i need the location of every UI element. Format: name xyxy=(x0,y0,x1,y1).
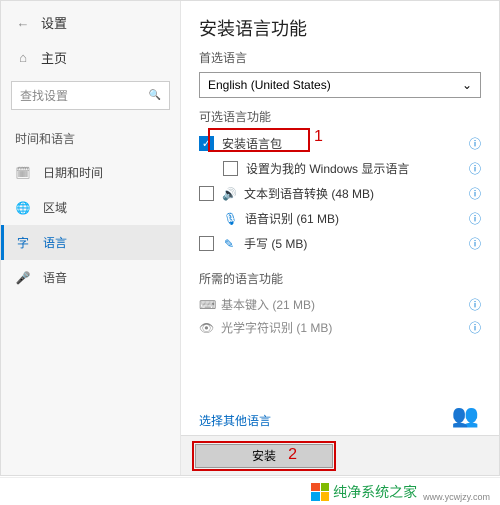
button-bar: 安装 2 xyxy=(181,435,499,475)
sidebar-home[interactable]: ⌂ 主页 xyxy=(1,40,180,75)
required-features-head: 所需的语言功能 xyxy=(199,270,481,287)
install-language-panel: 安装语言功能 首选语言 English (United States) ⌄ 可选… xyxy=(181,1,499,475)
info-icon[interactable]: ⓘ xyxy=(469,185,481,202)
info-icon[interactable]: ⓘ xyxy=(469,296,481,313)
sidebar-item-label: 区域 xyxy=(43,199,67,216)
speaker-icon: 🔊 xyxy=(222,187,236,201)
home-icon: ⌂ xyxy=(15,50,31,65)
required-basic-typing: ⌨ 基本键入 (21 MB) ⓘ xyxy=(199,293,481,316)
sidebar-item-label: 日期和时间 xyxy=(43,164,103,181)
panel-title: 安装语言功能 xyxy=(199,15,481,41)
install-button[interactable]: 安装 xyxy=(195,444,333,468)
sidebar-group-head: 时间和语言 xyxy=(1,120,180,155)
option-label: 语音识别 (61 MB) xyxy=(245,210,339,227)
annotation-label-1: 1 xyxy=(314,128,323,146)
selected-language: English (United States) xyxy=(208,78,331,92)
eye-icon: 👁 xyxy=(199,321,213,335)
option-handwriting[interactable]: ✎ 手写 (5 MB) ⓘ xyxy=(199,231,481,256)
settings-label: 设置 xyxy=(41,13,67,32)
watermark-text: 纯净系统之家 xyxy=(333,482,417,502)
info-icon[interactable]: ⓘ xyxy=(469,235,481,252)
language-icon: 字 xyxy=(15,234,31,251)
pen-icon: ✎ xyxy=(222,237,236,251)
back-icon[interactable]: ← xyxy=(15,15,31,30)
info-icon[interactable]: ⓘ xyxy=(469,319,481,336)
calendar-icon: 🗓 xyxy=(15,166,31,180)
sidebar-item-datetime[interactable]: 🗓 日期和时间 xyxy=(1,155,180,190)
choose-other-language-link[interactable]: 选择其他语言 xyxy=(199,412,271,429)
install-button-wrap: 安装 2 xyxy=(195,444,333,468)
required-ocr: 👁 光学字符识别 (1 MB) ⓘ xyxy=(199,316,481,339)
search-icon: 🔍 xyxy=(149,90,161,101)
watermark-logo-icon xyxy=(311,483,329,501)
sidebar-item-label: 语言 xyxy=(43,234,67,251)
annotation-label-2: 2 xyxy=(288,446,297,464)
language-select[interactable]: English (United States) ⌄ xyxy=(199,72,481,98)
option-tts[interactable]: 🔊 文本到语音转换 (48 MB) ⓘ xyxy=(199,181,481,206)
required-label: 基本键入 (21 MB) xyxy=(221,296,315,313)
option-label: 安装语言包 xyxy=(222,135,282,152)
checkbox-display-language[interactable] xyxy=(223,161,238,176)
sidebar: ← 设置 ⌂ 主页 查找设置 🔍 时间和语言 🗓 日期和时间 🌐 区域 字 语言… xyxy=(1,1,181,475)
people-icon: 👥 xyxy=(452,403,479,429)
option-label: 文本到语音转换 (48 MB) xyxy=(244,185,374,202)
sidebar-item-label: 语音 xyxy=(43,269,67,286)
watermark: 纯净系统之家 www.ycwjzy.com xyxy=(0,477,500,505)
mic-icon: 🎤 xyxy=(15,271,31,285)
checkbox-language-pack[interactable]: ✓ xyxy=(199,136,214,151)
sidebar-item-region[interactable]: 🌐 区域 xyxy=(1,190,180,225)
mic-icon: 🎙 xyxy=(223,212,237,226)
checkbox-handwriting[interactable] xyxy=(199,236,214,251)
info-icon[interactable]: ⓘ xyxy=(469,135,481,152)
sidebar-header: ← 设置 xyxy=(1,9,180,40)
chevron-down-icon: ⌄ xyxy=(462,78,472,92)
option-language-pack[interactable]: ✓ 安装语言包 ⓘ xyxy=(199,131,481,156)
sidebar-item-speech[interactable]: 🎤 语音 xyxy=(1,260,180,295)
option-label: 设置为我的 Windows 显示语言 xyxy=(246,160,409,177)
optional-features-head: 可选语言功能 xyxy=(199,108,481,125)
option-label: 手写 (5 MB) xyxy=(244,235,307,252)
globe-icon: 🌐 xyxy=(15,201,31,215)
search-input[interactable]: 查找设置 🔍 xyxy=(11,81,170,110)
settings-window: ← 设置 ⌂ 主页 查找设置 🔍 时间和语言 🗓 日期和时间 🌐 区域 字 语言… xyxy=(0,0,500,476)
option-speech-recognition: 🎙 语音识别 (61 MB) ⓘ xyxy=(199,206,481,231)
install-button-label: 安装 xyxy=(252,447,276,464)
checkbox-tts[interactable] xyxy=(199,186,214,201)
info-icon[interactable]: ⓘ xyxy=(469,160,481,177)
required-label: 光学字符识别 (1 MB) xyxy=(221,319,332,336)
search-placeholder: 查找设置 xyxy=(20,87,68,104)
home-label: 主页 xyxy=(41,48,67,67)
preferred-language-label: 首选语言 xyxy=(199,49,481,66)
keyboard-icon: ⌨ xyxy=(199,298,213,312)
info-icon[interactable]: ⓘ xyxy=(469,210,481,227)
option-display-language[interactable]: 设置为我的 Windows 显示语言 ⓘ xyxy=(199,156,481,181)
sidebar-item-language[interactable]: 字 语言 xyxy=(1,225,180,260)
watermark-url: www.ycwjzy.com xyxy=(423,492,490,505)
